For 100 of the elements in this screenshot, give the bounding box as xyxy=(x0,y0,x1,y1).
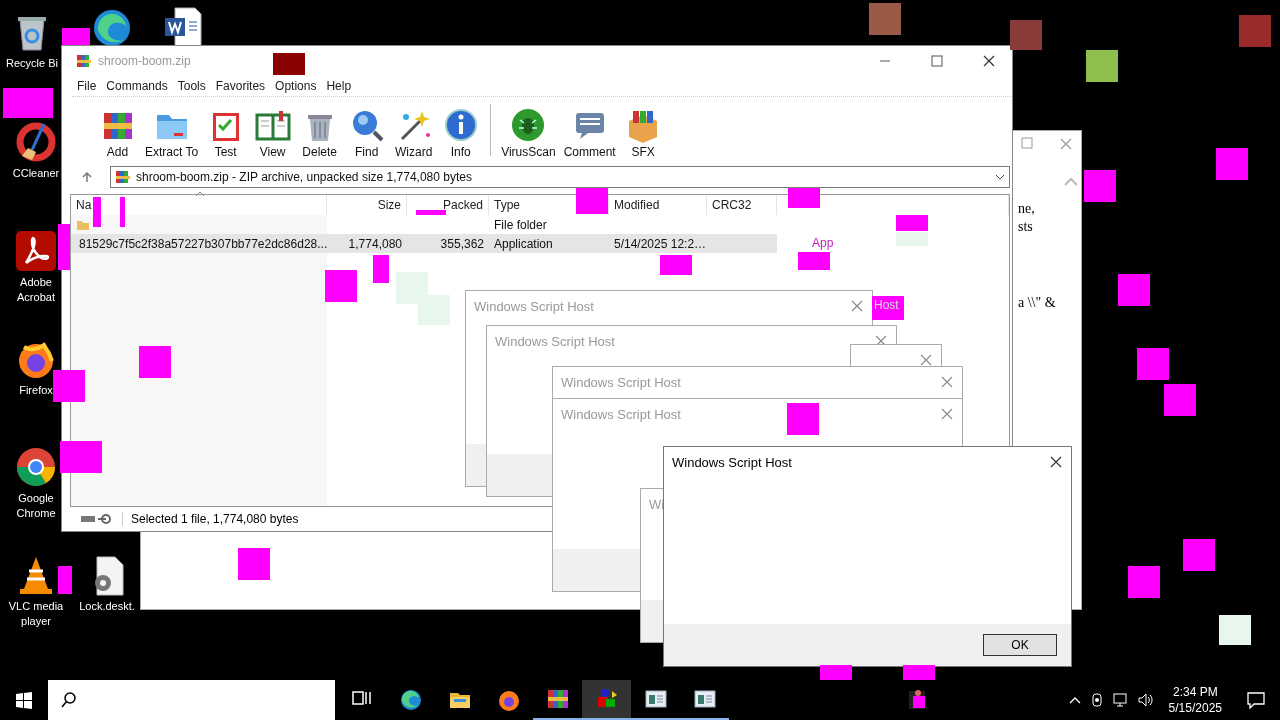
glitch-block xyxy=(869,3,901,35)
glitch-block xyxy=(1183,539,1215,571)
glitch-block xyxy=(872,296,904,320)
table-cell: Application xyxy=(494,236,553,251)
address-field[interactable]: shroom-boom.zip - ZIP archive, unpacked size 1,774,080 bytes xyxy=(110,166,1010,188)
archive-icon xyxy=(115,169,131,185)
glitch-block xyxy=(1216,148,1248,180)
sort-caret-icon xyxy=(195,191,205,197)
glitch-block xyxy=(1086,50,1118,82)
browser-icon xyxy=(496,688,521,712)
icon-label: VLC media player xyxy=(7,599,65,629)
glitch-block xyxy=(1010,20,1042,50)
glitch-block xyxy=(3,88,53,118)
glitch-block xyxy=(58,566,72,594)
table-cell: File folder xyxy=(494,217,547,232)
text-fragment: App xyxy=(812,236,834,250)
glitch-block xyxy=(60,441,102,473)
glitch-block xyxy=(896,232,928,246)
toolbar-button[interactable]: Info xyxy=(437,107,485,159)
glitch-block xyxy=(1084,170,1116,202)
chevron-up-icon[interactable] xyxy=(1068,696,1081,704)
toolbar-button[interactable]: Wizard xyxy=(390,107,438,159)
text-fragment: a \\" & xyxy=(1018,295,1056,311)
menu-item[interactable]: Tools xyxy=(172,79,211,93)
window-icon xyxy=(643,687,668,711)
dialog-title: Windows Script Host xyxy=(561,406,681,422)
toolbar-button[interactable]: Add xyxy=(94,107,141,159)
glitch-block xyxy=(416,210,446,215)
clock[interactable]: 2:34 PM 5/15/2025 xyxy=(1162,684,1228,716)
toolbar-button[interactable]: Extract To xyxy=(141,107,203,159)
text-fragment: sts xyxy=(1018,219,1033,235)
info-icon xyxy=(442,107,479,143)
glitch-block xyxy=(62,28,90,45)
column-header[interactable]: CRC32 xyxy=(707,195,777,215)
network-icon[interactable] xyxy=(1112,692,1129,708)
dialog-title: Windows Script Host xyxy=(495,333,615,349)
icon-label: Recycle Bi xyxy=(6,56,58,71)
toolbar-button[interactable]: Delete xyxy=(296,107,344,159)
toolbar-button[interactable]: Test xyxy=(202,107,250,159)
broom-icon[interactable] xyxy=(14,120,58,164)
glitch-block xyxy=(273,53,305,75)
toolbar-button[interactable]: VirusScan xyxy=(497,107,560,159)
window-title: shroom-boom.zip xyxy=(98,54,191,68)
icon-label: Google Chrome xyxy=(15,491,57,521)
windows-logo-icon xyxy=(15,691,33,709)
table-cell: 1,774,080 xyxy=(348,236,402,251)
menu-item[interactable]: Help xyxy=(321,79,357,93)
column-header[interactable]: Modified xyxy=(609,195,707,215)
file-name: 81529c7f5c2f38a57227b307bb77e2dc86d28... xyxy=(79,236,328,251)
browser-icon[interactable] xyxy=(14,445,58,489)
glitch-block xyxy=(120,197,125,227)
menu-item[interactable]: Commands xyxy=(101,79,173,93)
table-cell: 5/14/2025 12:2… xyxy=(614,236,707,251)
dialog-title: Wi xyxy=(649,496,665,512)
glitch-block xyxy=(576,188,608,214)
glitch-block xyxy=(896,215,928,231)
folder-icon xyxy=(76,218,90,231)
search-icon xyxy=(60,691,78,709)
glitch-block xyxy=(787,403,819,435)
toolbar-button[interactable]: Comment xyxy=(559,107,620,159)
text-fragment: Host xyxy=(874,298,899,312)
file-row[interactable]: File folder xyxy=(71,215,777,234)
ok-button[interactable]: OK xyxy=(983,634,1057,656)
dialog-title: Windows Script Host xyxy=(672,454,792,470)
glitch-block xyxy=(1239,15,1271,47)
glitch-block xyxy=(1128,566,1160,598)
up-arrow-icon xyxy=(81,171,93,183)
close-icon xyxy=(982,54,996,68)
glitch-block xyxy=(1164,384,1196,416)
icon-label: Lock.deskt. xyxy=(79,599,135,614)
window-icon xyxy=(692,687,717,711)
menu-item[interactable]: Favorites xyxy=(210,79,271,93)
icon-label: Firefox xyxy=(19,383,53,398)
text-fragment: ne, xyxy=(1018,201,1035,217)
column-header[interactable]: Size xyxy=(327,195,407,215)
maximize-icon xyxy=(931,55,943,67)
glitch-block xyxy=(238,548,270,580)
glitch-block xyxy=(53,370,85,402)
menu-item[interactable]: File xyxy=(72,79,102,93)
glitch-block xyxy=(1219,615,1251,645)
glitch-block xyxy=(660,255,692,275)
pdf-icon[interactable] xyxy=(14,229,58,273)
toolbar-button[interactable]: SFX xyxy=(619,107,667,159)
toolbar-button[interactable]: View xyxy=(249,107,297,159)
glitch-block xyxy=(788,188,820,208)
archive-icon xyxy=(76,53,92,69)
toolbar-button[interactable]: Find xyxy=(343,107,391,159)
icon-label: Adobe Acrobat xyxy=(16,275,56,305)
file-row[interactable]: 81529c7f5c2f38a57227b307bb77e2dc86d28... 1,774,080 355,362 Application 5/14/2025 12:2… xyxy=(71,234,777,253)
dialog-title: Windows Script Host xyxy=(474,298,594,314)
menu-item[interactable]: Options xyxy=(270,79,322,93)
search-field[interactable] xyxy=(48,680,335,720)
browser-icon xyxy=(398,688,423,712)
glitch-block xyxy=(93,197,101,227)
volume-icon[interactable] xyxy=(1136,692,1155,708)
dialog-title: Windows Script Host xyxy=(561,374,681,390)
archive-icon xyxy=(545,687,570,711)
taskbar-button[interactable] xyxy=(582,680,631,720)
dropdown-caret-icon xyxy=(995,173,1005,181)
close-icon[interactable] xyxy=(1049,455,1063,469)
